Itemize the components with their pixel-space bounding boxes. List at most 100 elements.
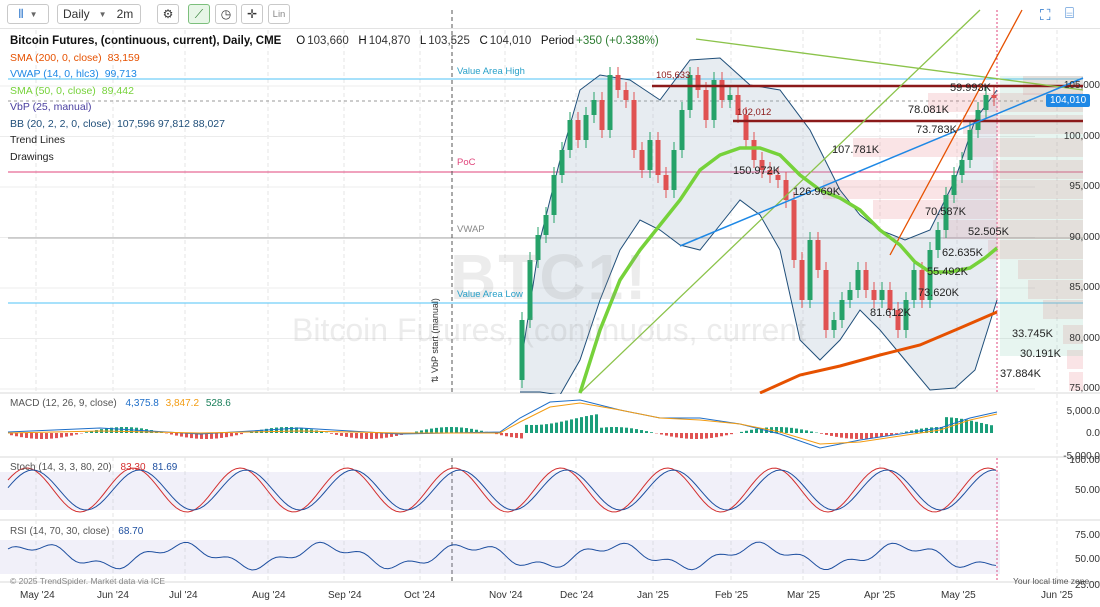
price-tick-label: 100,000: [1063, 130, 1100, 142]
macd-histogram-bar: [555, 422, 558, 433]
copyright-text: © 2025 TrendSpider. Market data via ICE: [10, 576, 166, 586]
vbp-volume-label: 70.587K: [925, 206, 966, 218]
macd-histogram-bar: [620, 427, 623, 433]
macd-histogram-bar: [605, 427, 608, 433]
macd-histogram-bar: [280, 427, 283, 433]
candle-body: [743, 115, 749, 140]
macd-histogram-bar: [680, 433, 683, 439]
price-tick-label: 105,000: [1063, 80, 1100, 91]
macd-histogram-bar: [210, 433, 213, 439]
macd-histogram-bar: [220, 433, 223, 438]
candle-body: [879, 290, 885, 300]
study-row[interactable]: Trend Lines: [10, 132, 659, 149]
macd-histogram-bar: [980, 422, 983, 433]
study-label: Drawings: [10, 150, 54, 163]
study-label: VbP (25, manual): [10, 101, 92, 113]
timezone-label[interactable]: Your local time zone: [1013, 576, 1089, 586]
macd-histogram-bar: [425, 429, 428, 433]
macd-histogram-bar: [730, 433, 733, 435]
macd-histogram-bar: [845, 433, 848, 439]
macd-histogram-bar: [975, 421, 978, 433]
macd-histogram-bar: [55, 433, 58, 439]
macd-histogram-bar: [580, 417, 583, 433]
candle-body: [551, 175, 557, 215]
candle-body: [951, 175, 957, 195]
macd-histogram-bar: [700, 433, 703, 439]
macd-histogram-bar: [585, 416, 588, 433]
macd-histogram-bar: [950, 417, 953, 433]
candle-body: [815, 240, 821, 270]
macd-histogram-bar: [745, 430, 748, 433]
rsi-legend: RSI (14, 70, 30, close) 68.70: [10, 526, 143, 537]
macd-histogram-bar: [955, 418, 958, 433]
level-mid-label: 102,012: [737, 107, 772, 118]
macd-histogram-bar: [550, 423, 553, 433]
macd-histogram-bar: [565, 420, 568, 433]
macd-histogram-bar: [930, 427, 933, 433]
macd-histogram-bar: [610, 427, 613, 433]
macd-histogram-bar: [515, 433, 518, 438]
study-row[interactable]: VbP (25, manual): [10, 99, 659, 116]
macd-histogram-bar: [355, 433, 358, 439]
macd-histogram-bar: [755, 428, 758, 433]
vbp-volume-label: 81.612K: [870, 307, 911, 319]
study-row[interactable]: BB (20, 2, 2, 0, close) 107,596 97,812 88…: [10, 116, 659, 133]
price-tick-label: 90,000: [1069, 231, 1100, 243]
macd-histogram-bar: [455, 427, 458, 433]
time-tick-label: Apr '25: [864, 590, 896, 601]
stoch-pane: [0, 467, 1000, 513]
study-row[interactable]: Drawings: [10, 149, 659, 166]
macd-histogram-bar: [790, 427, 793, 433]
macd-histogram-bar: [595, 414, 598, 433]
study-row[interactable]: SMA (50, 0, close) 89,442: [10, 83, 659, 100]
candle-body: [991, 95, 997, 98]
level-high-label: 105,633: [656, 70, 691, 81]
study-row[interactable]: VWAP (14, 0, hlc3) 99,713: [10, 66, 659, 83]
stoch-legend: Stoch (14, 3, 3, 80, 20) 83.30 81.69: [10, 462, 177, 473]
time-tick-label: Jan '25: [637, 590, 669, 601]
vbp-volume-label: 150.972K: [733, 165, 781, 177]
candle-body: [543, 215, 549, 235]
time-tick-label: Sep '24: [328, 590, 362, 601]
macd-histogram-bar: [865, 433, 868, 439]
macd-histogram-bar: [630, 428, 633, 433]
candle-body: [959, 160, 965, 175]
macd-histogram-bar: [360, 433, 363, 439]
macd-histogram-bar: [375, 433, 378, 439]
candle-body: [799, 260, 805, 300]
candle-body: [871, 290, 877, 300]
candle-body: [663, 175, 669, 190]
time-tick-label: May '24: [20, 590, 55, 601]
macd-histogram-bar: [380, 433, 383, 439]
macd-signal-value: 3,847.2: [165, 398, 200, 409]
stoch-tick-label: 50.00: [1074, 485, 1100, 496]
macd-histogram-bar: [830, 433, 833, 436]
macd-histogram-bar: [715, 433, 718, 438]
low-value: 103,525: [428, 35, 470, 47]
period-label: Period: [540, 35, 575, 47]
study-label: Trend Lines: [10, 134, 66, 146]
candle-body: [719, 80, 725, 100]
study-row[interactable]: SMA (200, 0, close) 83,159: [10, 50, 659, 67]
macd-histogram-bar: [775, 427, 778, 433]
macd-histogram-bar: [115, 427, 118, 433]
candle-body: [847, 290, 853, 300]
candle-body: [831, 320, 837, 330]
macd-tick-label: 0.0: [1086, 428, 1100, 439]
high-label: H: [358, 35, 367, 47]
macd-histogram-bar: [870, 433, 873, 439]
macd-histogram-bar: [665, 433, 668, 436]
macd-histogram-bar: [785, 427, 788, 433]
macd-histogram-bar: [285, 427, 288, 433]
macd-hist-value: 528.6: [205, 398, 231, 409]
macd-histogram-bar: [705, 433, 708, 439]
macd-histogram-bar: [710, 433, 713, 438]
vbp-volume-label: 62.635K: [942, 247, 983, 259]
candle-body: [855, 270, 861, 290]
candle-body: [911, 270, 917, 300]
macd-histogram-bar: [660, 433, 663, 435]
study-label: BB (20, 2, 2, 0, close): [10, 117, 111, 130]
macd-histogram-bar: [350, 433, 353, 438]
legend-title-row: Bitcoin Futures, (continuous, current), …: [10, 33, 659, 50]
macd-histogram-bar: [15, 433, 18, 437]
